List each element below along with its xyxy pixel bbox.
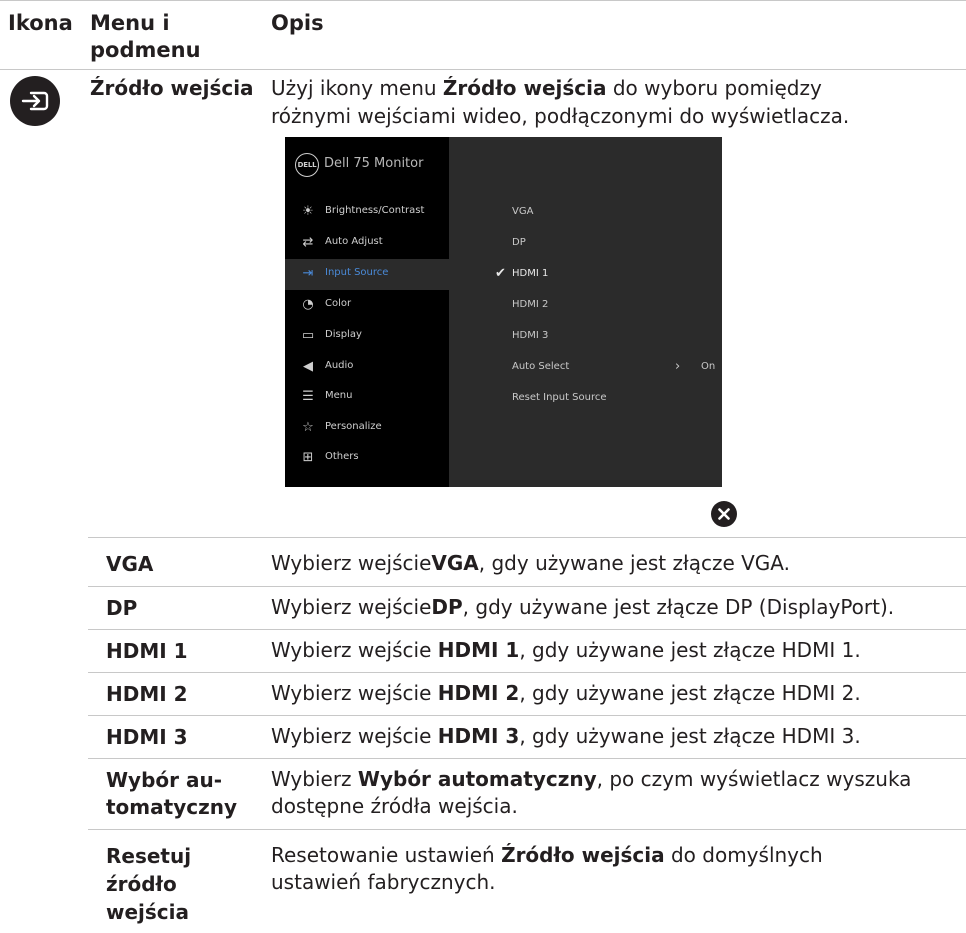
row-desc-vga: Wybierz wejścieVGA, gdy używane jest złą… (271, 551, 790, 575)
header-menu-col-line2: podmenu (90, 38, 201, 62)
osd-menu-display[interactable]: ▭ Display (285, 321, 449, 352)
header-menu-col-line1: Menu i (90, 11, 170, 35)
osd-menu-others[interactable]: ⊞ Others (285, 443, 449, 474)
osd-auto-select-value: On (701, 361, 716, 372)
row-rule (88, 672, 966, 673)
osd-menu-personalize[interactable]: ☆ Personalize (285, 413, 449, 444)
row-desc-hdmi1: Wybierz wejście HDMI 1, gdy używane jest… (271, 638, 861, 662)
audio-icon: ◀ (303, 359, 313, 374)
auto-adjust-icon: ⇄ (302, 235, 314, 250)
main-description-line1: Użyj ikony menu Źródło wejścia do wyboru… (271, 76, 822, 100)
row-rule (88, 586, 966, 587)
header-desc-col: Opis (271, 11, 324, 35)
osd-submenu-panel (449, 137, 722, 487)
row-name-reset-line1: Resetuj (106, 844, 192, 868)
osd-sub-reset-input-source[interactable]: Reset Input Source (512, 392, 607, 403)
checkmark-icon: ✔ (495, 266, 506, 281)
row-desc-hdmi3: Wybierz wejście HDMI 3, gdy używane jest… (271, 724, 861, 748)
row-desc-hdmi2: Wybierz wejście HDMI 2, gdy używane jest… (271, 681, 861, 705)
osd-menu-audio[interactable]: ◀ Audio (285, 352, 449, 383)
osd-sub-hdmi2[interactable]: HDMI 2 (512, 299, 548, 310)
display-icon: ▭ (301, 328, 315, 343)
main-description-line2: różnymi wejściami wideo, podłączonymi do… (271, 104, 850, 128)
osd-menu-menu[interactable]: ☰ Menu (285, 382, 449, 413)
menu-name-input-source: Źródło wejścia (90, 76, 254, 100)
dell-logo: DELL (295, 153, 319, 177)
header-icon-col: Ikona (8, 11, 73, 35)
osd-menu-color[interactable]: ◔ Color (285, 290, 449, 321)
row-name-hdmi2: HDMI 2 (106, 682, 188, 706)
row-rule (88, 537, 966, 538)
row-rule (88, 629, 966, 630)
header-rule (0, 69, 966, 70)
row-name-vga: VGA (106, 552, 154, 576)
osd-sub-hdmi1[interactable]: HDMI 1 (512, 268, 548, 279)
row-desc-dp: Wybierz wejścieDP, gdy używane jest złąc… (271, 595, 895, 619)
top-rule (0, 0, 966, 1)
row-rule (88, 829, 966, 830)
row-name-hdmi3: HDMI 3 (106, 725, 188, 749)
row-rule (88, 715, 966, 716)
chevron-right-icon: › (675, 359, 681, 374)
row-name-auto-select-line1: Wybór au- (106, 768, 223, 792)
osd-sub-auto-select[interactable]: Auto Select (512, 361, 569, 372)
input-source-icon: ⇥ (302, 266, 314, 281)
others-icon: ⊞ (302, 450, 314, 465)
osd-menu-auto-adjust[interactable]: ⇄ Auto Adjust (285, 228, 449, 259)
row-name-reset-line2: źródło (106, 872, 177, 896)
osd-screen: DELL Dell 75 Monitor ☀ Brightness/Contra… (285, 137, 722, 487)
osd-title: Dell 75 Monitor (324, 156, 424, 171)
row-desc-auto-select-line2: dostępne źródła wejścia. (271, 794, 518, 818)
brightness-icon: ☀ (302, 204, 314, 219)
osd-sub-dp[interactable]: DP (512, 237, 526, 248)
osd-menu-brightness-contrast[interactable]: ☀ Brightness/Contrast (285, 197, 449, 228)
osd-sub-vga[interactable]: VGA (512, 206, 533, 217)
row-desc-reset-line2: ustawień fabrycznych. (271, 870, 496, 894)
osd-sub-hdmi3[interactable]: HDMI 3 (512, 330, 548, 341)
osd-menu-input-source[interactable]: ⇥ Input Source (285, 259, 449, 290)
row-desc-reset-line1: Resetowanie ustawień Źródło wejścia do d… (271, 843, 823, 867)
menu-icon: ☰ (302, 389, 314, 404)
row-name-hdmi1: HDMI 1 (106, 639, 188, 663)
color-icon: ◔ (302, 297, 314, 312)
close-icon[interactable] (711, 501, 737, 527)
row-name-reset-line3: wejścia (106, 900, 190, 924)
star-icon: ☆ (302, 420, 314, 435)
row-name-auto-select-line2: tomatyczny (106, 795, 238, 819)
row-name-dp: DP (106, 596, 138, 620)
input-source-icon (10, 76, 60, 126)
row-rule (88, 758, 966, 759)
row-desc-auto-select-line1: Wybierz Wybór automatyczny, po czym wyśw… (271, 767, 912, 791)
